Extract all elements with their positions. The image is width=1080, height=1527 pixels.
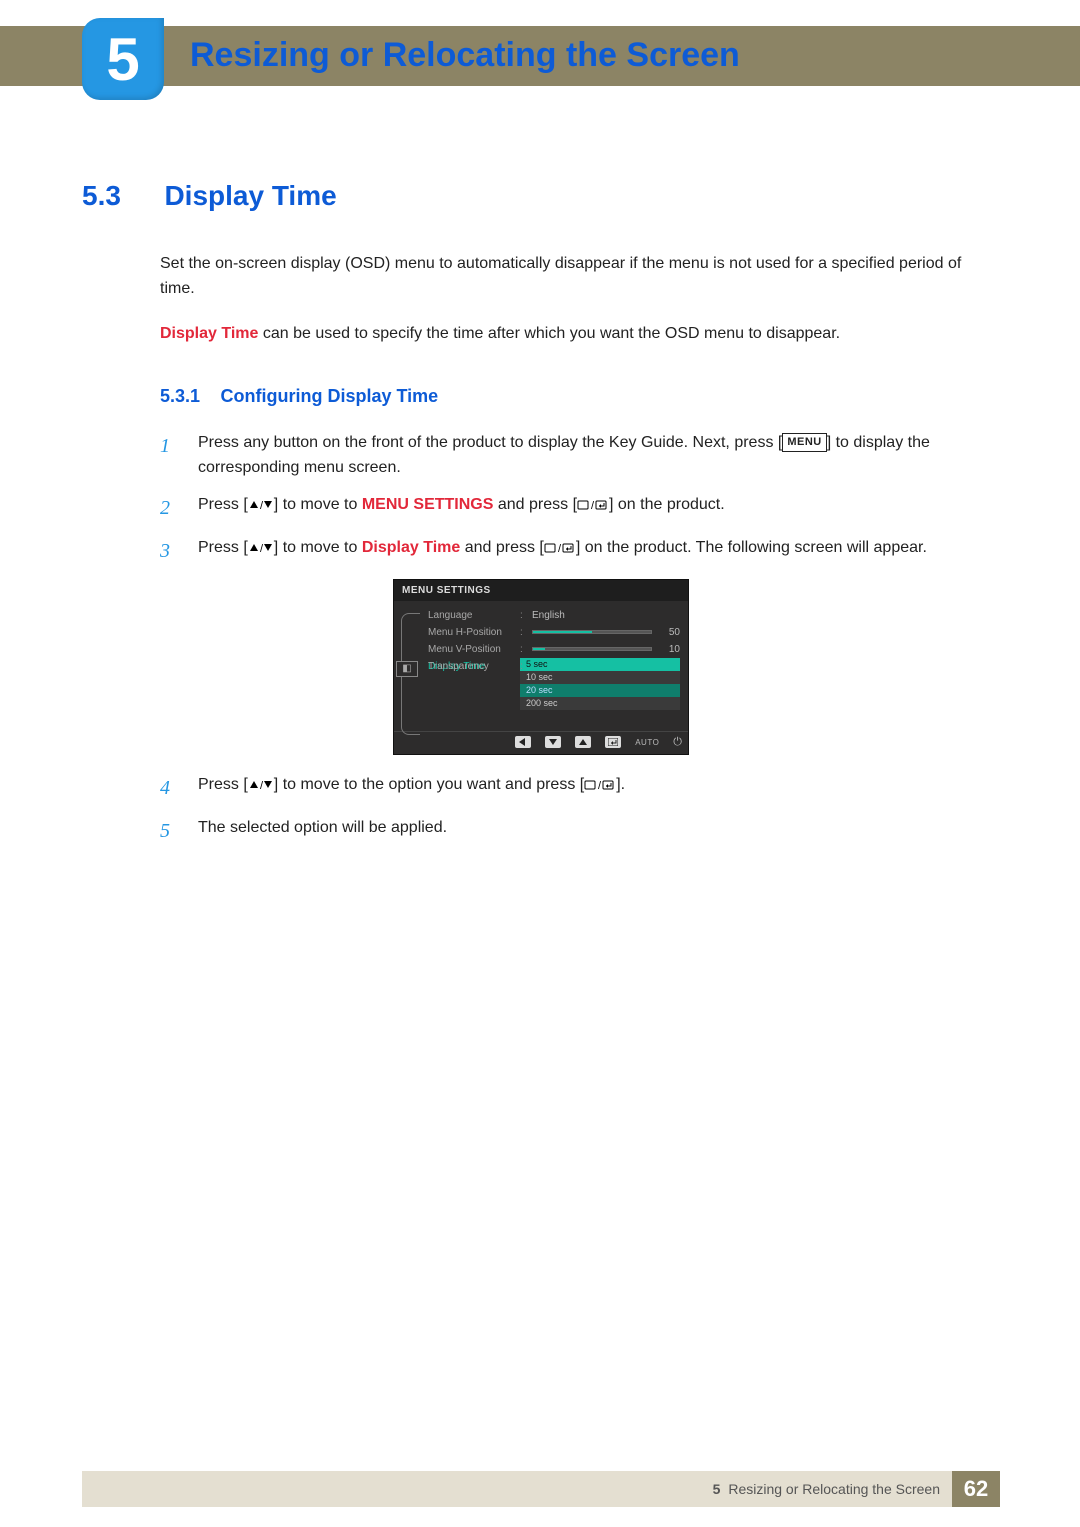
osd-slider: 50 bbox=[532, 627, 680, 638]
step-number: 2 bbox=[160, 493, 178, 524]
osd-enter-icon bbox=[605, 736, 621, 748]
select-enter-icon: / bbox=[577, 496, 609, 513]
svg-text:/: / bbox=[260, 500, 264, 511]
step-text: and press [ bbox=[493, 496, 577, 513]
osd-row-hposition: Menu H-Position : 50 bbox=[428, 624, 680, 641]
step-text: ] to move to the option you want and pre… bbox=[274, 776, 584, 793]
step-body: Press any button on the front of the pro… bbox=[198, 431, 1000, 481]
chapter-number-badge: 5 bbox=[82, 18, 164, 100]
step-body: Press [ / ] to move to MENU SETTINGS and p… bbox=[198, 493, 1000, 524]
osd-slider-value: 50 bbox=[658, 627, 680, 638]
step-text: ] to move to bbox=[274, 539, 362, 556]
osd-slider-value: 10 bbox=[658, 644, 680, 655]
osd-up-icon bbox=[575, 736, 591, 748]
osd-label: Transparency bbox=[428, 661, 514, 672]
osd-down-icon bbox=[545, 736, 561, 748]
step-body: Press [ / ] to move to Display Time and pr… bbox=[198, 536, 1000, 567]
step-text: ] on the product. bbox=[609, 496, 725, 513]
svg-text:/: / bbox=[260, 780, 264, 791]
step-body: The selected option will be applied. bbox=[198, 816, 1000, 847]
subsection-title: Configuring Display Time bbox=[221, 386, 439, 406]
step-1: 1 Press any button on the front of the p… bbox=[160, 431, 1000, 481]
svg-text:/: / bbox=[260, 543, 264, 554]
osd-row-language: Language : English bbox=[428, 607, 680, 624]
intro-emphasis: Display Time bbox=[160, 325, 258, 342]
section-number: 5.3 bbox=[82, 180, 160, 212]
up-down-arrow-icon: / bbox=[248, 539, 274, 556]
step-text: Press [ bbox=[198, 776, 248, 793]
step-text: ] on the product. The following screen w… bbox=[576, 539, 927, 556]
select-enter-icon: / bbox=[544, 539, 576, 556]
osd-label: Menu V-Position bbox=[428, 644, 514, 655]
step-text: and press [ bbox=[460, 539, 544, 556]
select-enter-icon: / bbox=[584, 776, 616, 793]
up-down-arrow-icon: / bbox=[248, 776, 274, 793]
osd-title: MENU SETTINGS bbox=[394, 580, 688, 601]
svg-text:/: / bbox=[598, 780, 602, 791]
osd-screenshot: MENU SETTINGS ◧ Language : English Menu … bbox=[393, 579, 689, 755]
step-target: Display Time bbox=[362, 539, 460, 556]
osd-body: ◧ Language : English Menu H-Position : 5… bbox=[394, 601, 688, 731]
footer-chapter-number: 5 bbox=[713, 1481, 721, 1497]
step-5: 5 The selected option will be applied. bbox=[160, 816, 1000, 847]
page-number-badge: 62 bbox=[952, 1471, 1000, 1507]
section-heading: 5.3 Display Time bbox=[82, 180, 1000, 212]
step-3: 3 Press [ / ] to move to Display Time and … bbox=[160, 536, 1000, 567]
intro-paragraph-1: Set the on-screen display (OSD) menu to … bbox=[160, 252, 1000, 302]
osd-label: Language bbox=[428, 610, 514, 621]
up-down-arrow-icon: / bbox=[248, 496, 274, 513]
osd-back-icon bbox=[515, 736, 531, 748]
subsection-number: 5.3.1 bbox=[160, 386, 200, 406]
page-content: 5.3 Display Time Set the on-screen displ… bbox=[82, 180, 1000, 859]
step-number: 1 bbox=[160, 431, 178, 481]
osd-menu-icon: ◧ bbox=[396, 661, 418, 677]
step-text: Press any button on the front of the pro… bbox=[198, 434, 782, 451]
step-text: ]. bbox=[616, 776, 625, 793]
svg-text:/: / bbox=[558, 543, 562, 554]
step-number: 3 bbox=[160, 536, 178, 567]
step-2: 2 Press [ / ] to move to MENU SETTINGS and… bbox=[160, 493, 1000, 524]
footer-chapter-title: Resizing or Relocating the Screen bbox=[728, 1481, 940, 1497]
step-text: Press [ bbox=[198, 496, 248, 513]
step-number: 5 bbox=[160, 816, 178, 847]
osd-rows: Language : English Menu H-Position : 50 … bbox=[428, 607, 688, 727]
svg-text:/: / bbox=[591, 500, 595, 511]
footer-text: 5 Resizing or Relocating the Screen bbox=[713, 1481, 940, 1497]
osd-power-icon: ⏻ bbox=[673, 736, 682, 749]
osd-slider: 10 bbox=[532, 644, 680, 655]
osd-label: Menu H-Position bbox=[428, 627, 514, 638]
intro-rest: can be used to specify the time after wh… bbox=[258, 325, 840, 342]
step-4: 4 Press [ / ] to move to the option you wa… bbox=[160, 773, 1000, 804]
osd-nav-bar: AUTO ⏻ bbox=[394, 731, 688, 754]
step-text: ] to move to bbox=[274, 496, 362, 513]
step-target: MENU SETTINGS bbox=[362, 496, 494, 513]
menu-key-icon: MENU bbox=[782, 433, 826, 452]
intro-paragraph-2: Display Time can be used to specify the … bbox=[160, 322, 1000, 347]
step-text: Press [ bbox=[198, 539, 248, 556]
osd-row-vposition: Menu V-Position : 10 bbox=[428, 641, 680, 658]
osd-icon-column: ◧ bbox=[394, 607, 428, 727]
section-title: Display Time bbox=[164, 180, 336, 212]
chapter-title: Resizing or Relocating the Screen bbox=[190, 36, 740, 75]
step-body: Press [ / ] to move to the option you want… bbox=[198, 773, 1000, 804]
footer: 5 Resizing or Relocating the Screen 62 bbox=[82, 1471, 1000, 1507]
subsection-heading: 5.3.1 Configuring Display Time bbox=[160, 386, 1000, 407]
osd-row-transparency: Transparency bbox=[428, 658, 680, 675]
step-number: 4 bbox=[160, 773, 178, 804]
osd-auto-label: AUTO bbox=[635, 738, 659, 747]
osd-value: English bbox=[532, 610, 680, 621]
